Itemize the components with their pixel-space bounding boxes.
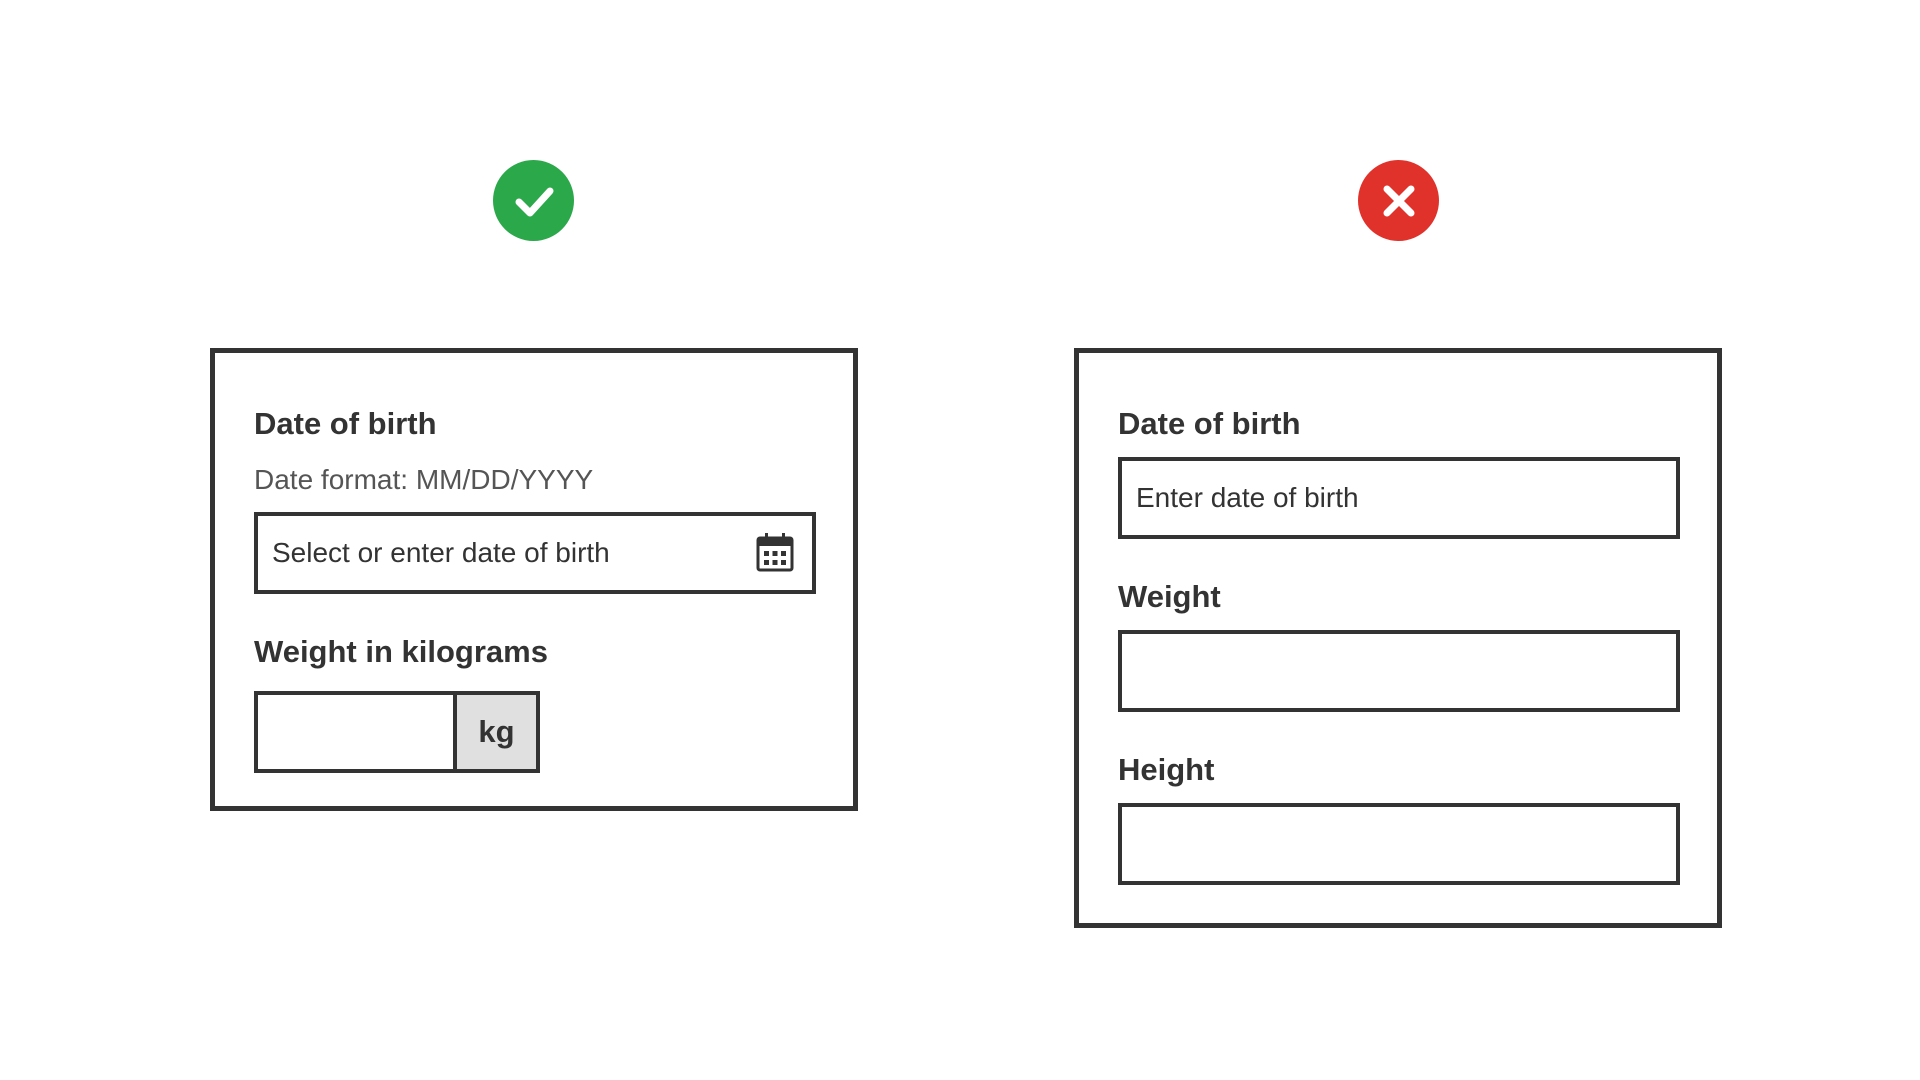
check-circle-icon <box>493 160 574 241</box>
x-circle-icon <box>1358 160 1439 241</box>
weight-label: Weight <box>1118 579 1221 614</box>
dob-placeholder: Enter date of birth <box>1136 482 1359 513</box>
dob-input[interactable]: Select or enter date of birth <box>254 512 816 594</box>
dob-label: Date of birth <box>1118 406 1301 441</box>
weight-input[interactable] <box>1118 630 1680 712</box>
height-label: Height <box>1118 752 1215 787</box>
dob-format-hint: Date format: MM/DD/YYYY <box>254 464 594 495</box>
cross-icon <box>1383 185 1414 216</box>
weight-kg-input[interactable] <box>254 691 457 773</box>
dob-placeholder: Select or enter date of birth <box>272 537 610 568</box>
good-example-form: Date of birth Date format: MM/DD/YYYY Se… <box>210 348 858 811</box>
checkmark-icon <box>515 187 553 216</box>
weight-kg-label: Weight in kilograms <box>254 634 548 669</box>
dob-input[interactable]: Enter date of birth <box>1118 457 1680 539</box>
bad-example-form: Date of birth Enter date of birth Weight… <box>1074 348 1722 928</box>
weight-unit-label: kg <box>478 714 515 749</box>
height-input[interactable] <box>1118 803 1680 885</box>
comparison-stage: Date of birth Date format: MM/DD/YYYY Se… <box>0 0 1920 1080</box>
calendar-icon[interactable] <box>756 532 794 572</box>
dob-label: Date of birth <box>254 406 437 441</box>
weight-unit-addon: kg <box>453 691 540 773</box>
